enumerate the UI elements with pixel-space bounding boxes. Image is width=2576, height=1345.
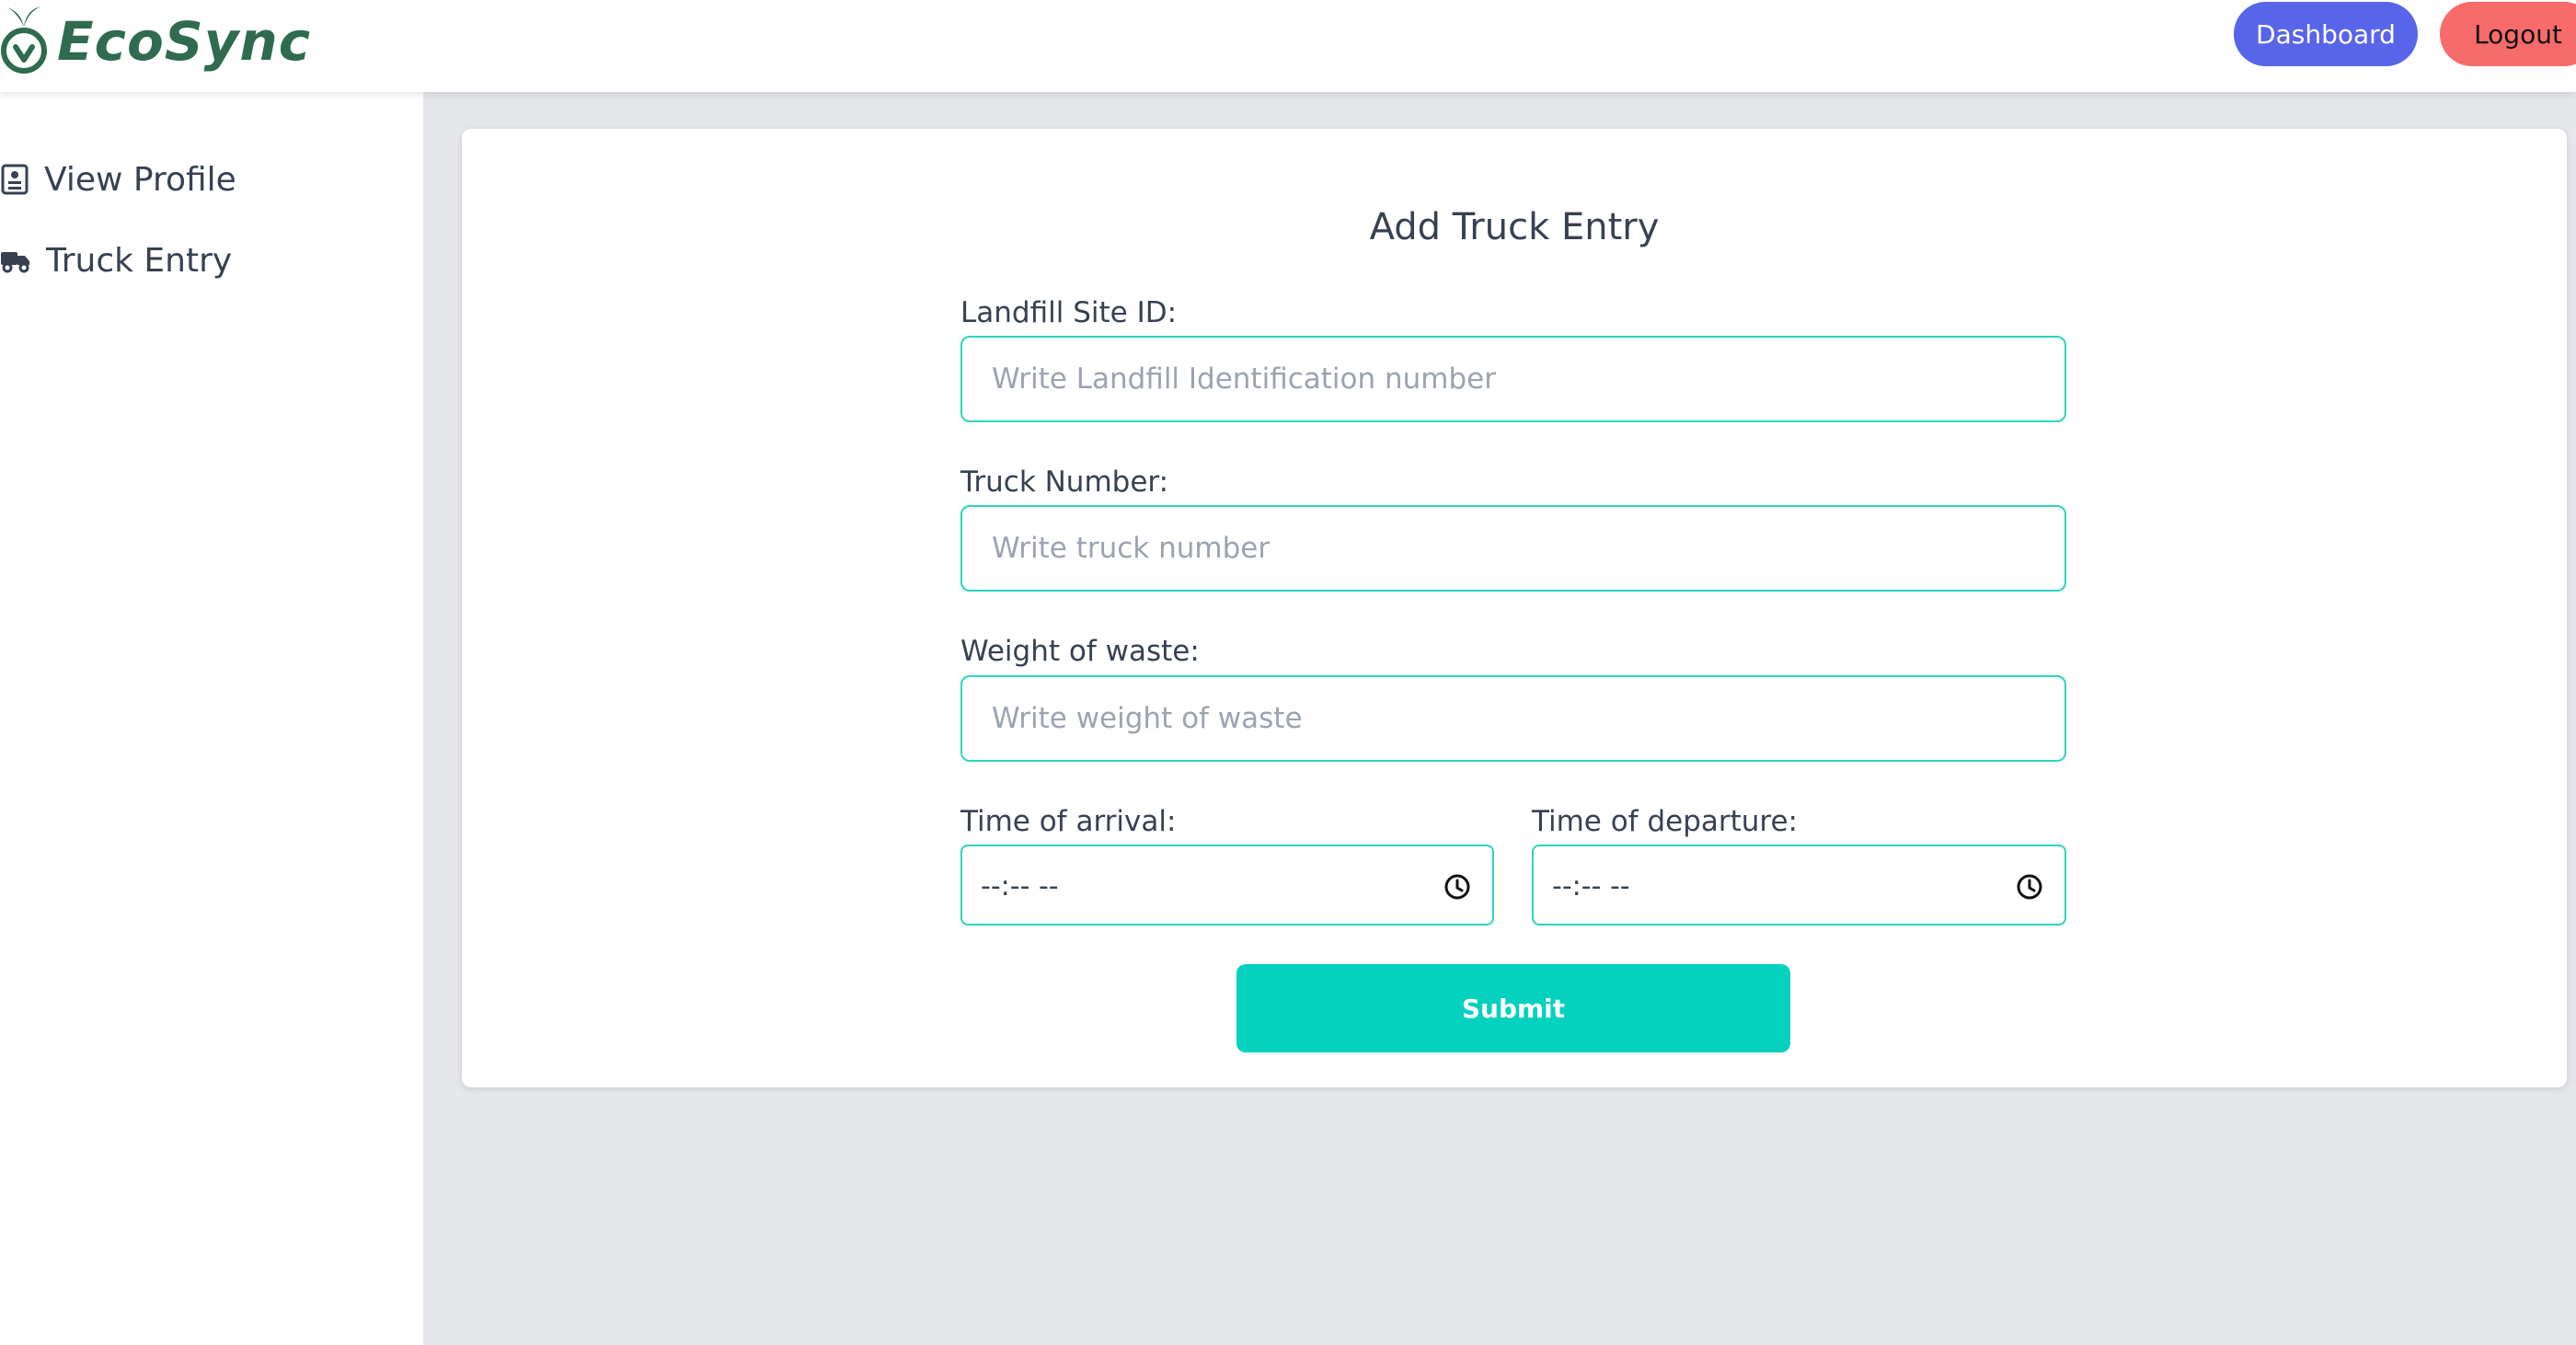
clock-icon[interactable] xyxy=(1443,872,1472,902)
add-truck-entry-form: Add Truck Entry Landfill Site ID: Truck … xyxy=(462,129,2567,1087)
landfill-site-id-input[interactable] xyxy=(960,336,2066,422)
top-header: EcoSync Dashboard Logout xyxy=(0,0,2576,92)
submit-button[interactable]: Submit xyxy=(1236,964,1790,1052)
landfill-site-id-label: Landfill Site ID: xyxy=(960,296,1178,329)
time-of-arrival-value: --:-- -- xyxy=(981,870,1059,902)
brand-logo[interactable]: EcoSync xyxy=(0,0,311,83)
logout-button[interactable]: Logout xyxy=(2440,2,2576,66)
sidebar: View Profile Truck Entry xyxy=(0,92,423,1345)
weight-of-waste-input[interactable] xyxy=(960,675,2066,762)
brand-name: EcoSync xyxy=(57,10,312,73)
time-of-departure-input[interactable]: --:-- -- xyxy=(1532,845,2066,925)
form-title: Add Truck Entry xyxy=(1369,206,1660,248)
time-of-arrival-label: Time of arrival: xyxy=(960,805,1177,838)
sidebar-item-label: View Profile xyxy=(44,160,236,199)
truck-icon xyxy=(1,252,29,273)
sidebar-item-truck-entry[interactable]: Truck Entry xyxy=(0,233,232,288)
time-of-departure-label: Time of departure: xyxy=(1532,805,1799,838)
sidebar-item-label: Truck Entry xyxy=(46,241,233,280)
truck-number-label: Truck Number: xyxy=(960,466,1169,499)
profile-card-icon xyxy=(1,164,29,195)
clock-icon[interactable] xyxy=(2015,872,2044,902)
dashboard-button[interactable]: Dashboard xyxy=(2234,2,2418,66)
leaf-apple-icon xyxy=(1,6,47,74)
time-of-departure-value: --:-- -- xyxy=(1552,870,1630,902)
weight-of-waste-label: Weight of waste: xyxy=(960,635,1200,668)
truck-number-input[interactable] xyxy=(960,505,2066,592)
time-of-arrival-input[interactable]: --:-- -- xyxy=(960,845,1494,925)
sidebar-item-view-profile[interactable]: View Profile xyxy=(0,152,236,207)
